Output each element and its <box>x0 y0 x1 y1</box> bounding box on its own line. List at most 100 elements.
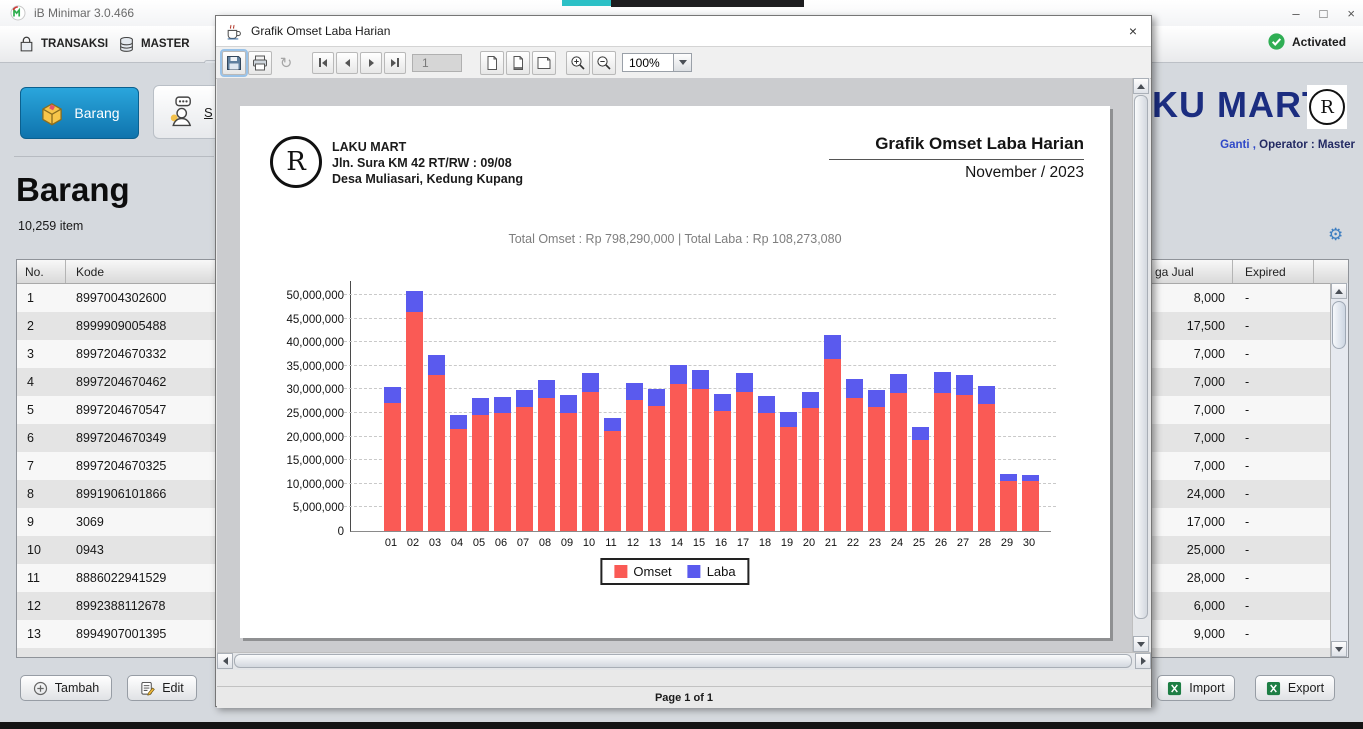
bar-laba <box>934 372 951 393</box>
bar-laba <box>472 398 489 415</box>
table-cell: 8994907001395 <box>66 627 166 641</box>
brand-logo: R <box>1307 85 1347 129</box>
bar-omset <box>846 398 863 531</box>
scroll-right-button[interactable] <box>1135 653 1151 669</box>
package-icon <box>39 100 65 126</box>
table-cell: - <box>1233 515 1249 529</box>
x-tick-label: 11 <box>600 537 622 549</box>
zoom-out-button[interactable] <box>592 51 616 75</box>
report-page: R LAKU MART Jln. Sura KM 42 RT/RW : 09/0… <box>240 106 1110 638</box>
save-button[interactable] <box>222 51 246 75</box>
bar-group <box>821 281 843 531</box>
table-cell: 8991906101866 <box>66 487 166 501</box>
next-page-button[interactable] <box>360 52 382 74</box>
fit-page-icon <box>510 55 526 71</box>
edit-label: Edit <box>162 681 184 695</box>
magnifier-plus-icon <box>570 55 586 71</box>
fit-width-button[interactable] <box>532 51 556 75</box>
screen: iB Minimar 3.0.466 – □ × TRANSAKSI MASTE… <box>0 0 1363 729</box>
preview-horizontal-scrollbar[interactable] <box>217 652 1151 670</box>
x-tick-label: 19 <box>776 537 798 549</box>
bar-omset <box>538 398 555 531</box>
arrow-right-icon <box>1141 657 1146 665</box>
table-cell: - <box>1233 627 1249 641</box>
x-tick-label: 30 <box>1018 537 1040 549</box>
table-cell: 3 <box>17 347 66 361</box>
arrow-next-icon <box>369 59 374 67</box>
scrollbar-thumb[interactable] <box>1134 95 1148 619</box>
scroll-up-button[interactable] <box>1133 78 1149 94</box>
bar-group <box>931 281 953 531</box>
y-tick-label: 35,000,000 <box>286 361 344 373</box>
bar-laba <box>802 392 819 408</box>
scroll-left-button[interactable] <box>217 653 233 669</box>
table-vertical-scrollbar[interactable] <box>1330 283 1348 657</box>
first-page-button[interactable] <box>312 52 334 74</box>
import-button[interactable]: Import <box>1157 675 1235 701</box>
bar-laba <box>670 365 687 384</box>
last-page-button[interactable] <box>384 52 406 74</box>
dropdown-arrow-icon[interactable] <box>674 53 692 72</box>
preview-vertical-scrollbar[interactable] <box>1132 78 1150 652</box>
fit-page-button[interactable] <box>506 51 530 75</box>
bar-laba <box>428 355 445 375</box>
table-cell: - <box>1233 319 1249 333</box>
bar-omset <box>890 393 907 531</box>
table-cell: - <box>1233 655 1249 658</box>
x-tick-label: 28 <box>974 537 996 549</box>
bar-laba <box>406 291 423 312</box>
bar-group <box>1019 281 1041 531</box>
x-tick-label: 25 <box>908 537 930 549</box>
bar-group <box>579 281 601 531</box>
table-cell: 7 <box>17 459 66 473</box>
table-cell: - <box>1233 543 1249 557</box>
ganti-link[interactable]: Ganti , <box>1220 139 1256 151</box>
tambah-label: Tambah <box>55 681 99 695</box>
bottom-black-bar <box>0 722 1363 729</box>
dialog-titlebar[interactable]: Grafik Omset Laba Harian × <box>216 16 1151 47</box>
scroll-down-button[interactable] <box>1331 641 1347 657</box>
settings-gear-icon[interactable]: ⚙ <box>1328 225 1343 245</box>
refresh-button[interactable]: ↻ <box>274 51 298 75</box>
chart-bars <box>381 281 1041 531</box>
table-cell: 1 <box>17 291 66 305</box>
bar-omset <box>956 395 973 531</box>
export-button[interactable]: Export <box>1255 675 1335 701</box>
maximize-button[interactable]: □ <box>1320 6 1328 21</box>
scroll-up-button[interactable] <box>1331 283 1347 299</box>
x-tick-label: 16 <box>710 537 732 549</box>
column-header-no[interactable]: No. <box>17 260 66 283</box>
table-cell: 11 <box>17 571 66 585</box>
arrow-prev-icon <box>345 59 350 67</box>
dialog-close-button[interactable]: × <box>1129 23 1137 39</box>
x-tick-label: 17 <box>732 537 754 549</box>
barang-button[interactable]: Barang <box>20 87 139 139</box>
tambah-button[interactable]: Tambah <box>20 675 112 701</box>
print-button[interactable] <box>248 51 272 75</box>
scroll-down-button[interactable] <box>1133 636 1149 652</box>
column-header-expired[interactable]: Expired <box>1233 260 1314 283</box>
bar-laba <box>1000 474 1017 481</box>
close-button[interactable]: × <box>1347 6 1355 21</box>
bar-laba <box>868 390 885 407</box>
table-cell: 5 <box>17 403 66 417</box>
reload-icon: ↻ <box>280 54 293 72</box>
scrollbar-thumb[interactable] <box>234 654 1132 668</box>
x-tick-label: 07 <box>512 537 534 549</box>
bar-group <box>513 281 535 531</box>
minimize-button[interactable]: – <box>1292 6 1299 21</box>
edit-button[interactable]: Edit <box>127 675 197 701</box>
zoom-in-button[interactable] <box>566 51 590 75</box>
prev-page-button[interactable] <box>336 52 358 74</box>
page-number-field[interactable]: 1 <box>412 54 462 72</box>
x-tick-label: 04 <box>446 537 468 549</box>
scrollbar-thumb[interactable] <box>1332 301 1346 349</box>
menu-transaksi[interactable]: TRANSAKSI <box>10 31 116 57</box>
menu-master[interactable]: MASTER <box>110 31 198 57</box>
table-cell: 3069 <box>66 515 104 529</box>
x-tick-label: 24 <box>886 537 908 549</box>
bar-group <box>557 281 579 531</box>
company-address1: Jln. Sura KM 42 RT/RW : 09/08 <box>332 155 523 171</box>
actual-size-button[interactable] <box>480 51 504 75</box>
zoom-level-dropdown[interactable]: 100% <box>622 53 692 72</box>
